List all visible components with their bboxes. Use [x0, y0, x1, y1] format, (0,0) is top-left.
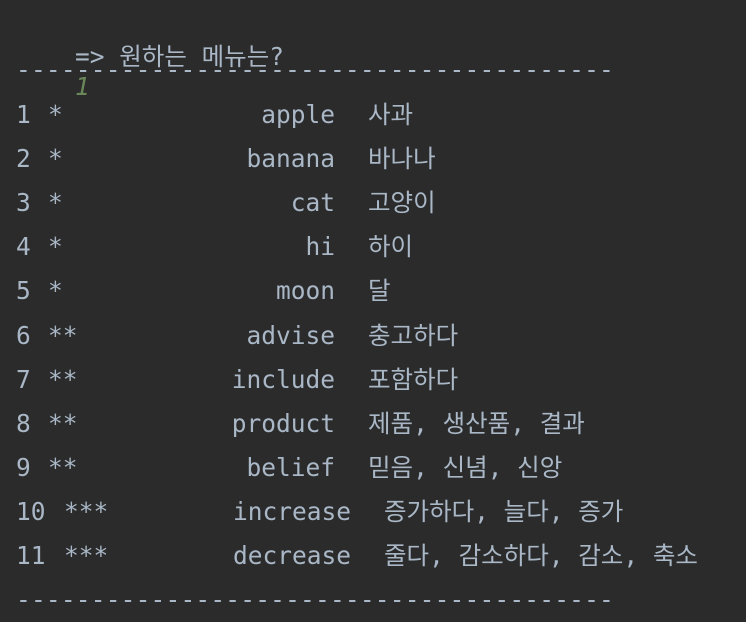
row-stars: **: [48, 320, 78, 350]
word-row: 6 ** advise 충고하다: [16, 321, 736, 351]
word-row: 11 *** decrease 줄다, 감소하다, 감소, 축소: [16, 541, 736, 571]
word-row: 4 * hi 하이: [16, 232, 736, 262]
row-number: 10: [16, 496, 46, 526]
row-number: 5: [16, 276, 31, 306]
word-row: 8 ** product 제품, 생산품, 결과: [16, 409, 736, 439]
row-word: advise: [246, 320, 335, 350]
word-row: 7 ** include 포함하다: [16, 365, 736, 395]
row-word: moon: [275, 276, 335, 306]
word-row: 2 * banana 바나나: [16, 144, 736, 174]
row-word: apple: [261, 100, 335, 129]
row-number: 1: [16, 100, 31, 129]
row-number: 9: [16, 452, 31, 482]
row-meaning: 제품, 생산품, 결과: [368, 408, 585, 438]
row-number: 11: [16, 541, 46, 570]
row-meaning: 고양이: [368, 188, 436, 218]
row-stars: **: [48, 408, 78, 438]
row-word: cat: [290, 188, 335, 218]
row-number: 4: [16, 232, 31, 262]
row-meaning: 믿음, 신념, 신앙: [368, 452, 563, 482]
word-row: 10 *** increase 증가하다, 늘다, 증가: [16, 497, 736, 527]
row-stars: ***: [64, 541, 109, 570]
menu-prompt: => 원하는 메뉴는? 1: [16, 12, 284, 101]
row-stars: *: [48, 188, 63, 218]
row-stars: ***: [64, 496, 109, 526]
row-word: increase: [232, 496, 351, 526]
row-word: hi: [305, 232, 335, 262]
word-row: 9 ** belief 믿음, 신념, 신앙: [16, 453, 736, 483]
row-meaning: 줄다, 감소하다, 감소, 축소: [384, 541, 698, 570]
separator-bottom: ----------------------------------------: [16, 585, 615, 614]
word-row: 3 * cat 고양이: [16, 188, 736, 218]
row-meaning: 바나나: [368, 144, 436, 174]
row-word: product: [231, 408, 335, 438]
row-meaning: 포함하다: [368, 364, 459, 394]
row-number: 2: [16, 144, 31, 174]
row-number: 6: [16, 320, 31, 350]
row-word: include: [231, 364, 335, 394]
row-number: 7: [16, 364, 31, 394]
row-stars: *: [48, 100, 63, 129]
row-word: decrease: [232, 541, 351, 570]
row-meaning: 하이: [368, 232, 414, 262]
row-stars: *: [48, 276, 63, 306]
row-stars: **: [48, 364, 78, 394]
row-meaning: 증가하다, 늘다, 증가: [384, 496, 624, 526]
row-word: belief: [246, 452, 335, 482]
separator-top: ----------------------------------------: [16, 55, 615, 84]
word-row: 5 * moon 달: [16, 276, 736, 306]
row-stars: *: [48, 232, 63, 262]
row-meaning: 사과: [368, 100, 414, 129]
row-meaning: 충고하다: [368, 320, 459, 350]
row-number: 8: [16, 408, 31, 438]
row-word: banana: [246, 144, 335, 174]
row-stars: *: [48, 144, 63, 174]
row-meaning: 달: [368, 276, 391, 306]
row-number: 3: [16, 188, 31, 218]
console-output: => 원하는 메뉴는? 1 --------------------------…: [0, 0, 746, 622]
row-stars: **: [48, 452, 78, 482]
word-row: 1 * apple 사과: [16, 100, 736, 130]
